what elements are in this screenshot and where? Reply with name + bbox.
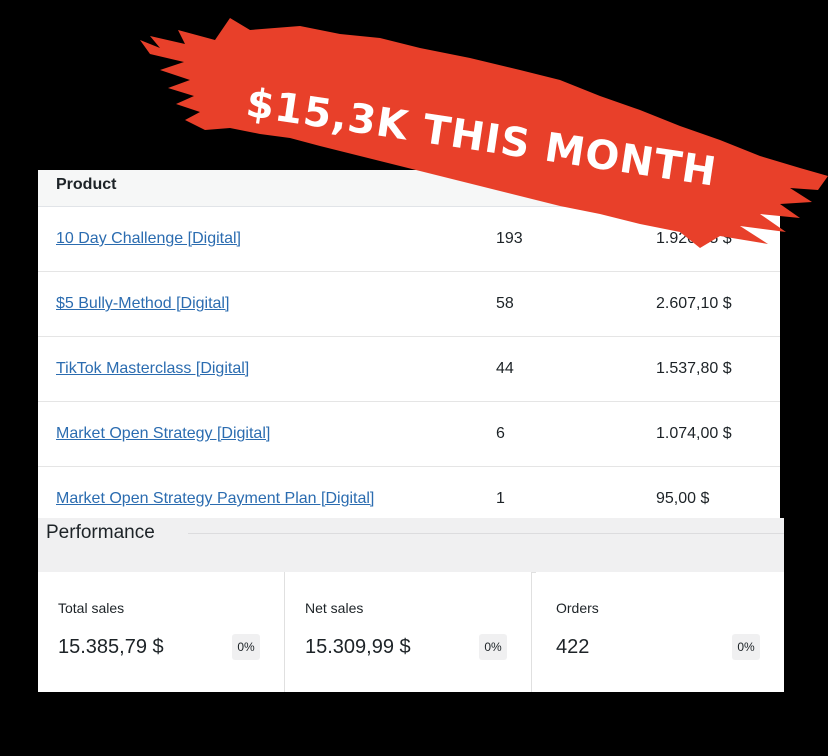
- product-link[interactable]: Market Open Strategy Payment Plan [Digit…: [56, 490, 374, 507]
- header-divider: [188, 533, 784, 534]
- product-link[interactable]: TikTok Masterclass [Digital]: [56, 360, 249, 377]
- table-row: Market Open Strategy Payment Plan [Digit…: [38, 467, 780, 518]
- net-sales-cell: 1.074,00 $: [656, 425, 732, 442]
- stat-label: Total sales: [58, 600, 125, 616]
- performance-title: Performance: [46, 522, 155, 543]
- performance-header: Performance: [38, 518, 784, 573]
- stat-card-total-sales[interactable]: Total sales 15.385,79 $ 0%: [38, 572, 285, 692]
- stat-value: 422: [556, 636, 590, 658]
- net-sales-cell: 95,00 $: [656, 490, 710, 507]
- delta-badge: 0%: [732, 634, 760, 660]
- net-sales-cell: 1.537,80 $: [656, 360, 732, 377]
- table-row: Market Open Strategy [Digital] 6 1.074,0…: [38, 402, 780, 467]
- product-link[interactable]: Market Open Strategy [Digital]: [56, 425, 270, 442]
- items-sold-cell: 6: [496, 425, 505, 442]
- net-sales-cell: 1.920,25 $: [656, 230, 732, 247]
- product-link[interactable]: $5 Bully-Method [Digital]: [56, 295, 229, 312]
- column-header-product[interactable]: Product: [56, 170, 116, 206]
- table-header: Product Items sold Net sales: [38, 170, 780, 207]
- top-products-table: Product Items sold Net sales 10 Day Chal…: [38, 170, 780, 518]
- table-row: $5 Bully-Method [Digital] 58 2.607,10 $: [38, 272, 780, 337]
- net-sales-cell: 2.607,10 $: [656, 295, 732, 312]
- delta-badge: 0%: [232, 634, 260, 660]
- stat-value: 15.385,79 $: [58, 636, 164, 658]
- delta-badge: 0%: [479, 634, 507, 660]
- table-row: 10 Day Challenge [Digital] 193 1.920,25 …: [38, 207, 780, 272]
- items-sold-cell: 1: [496, 490, 505, 507]
- items-sold-cell: 193: [496, 230, 523, 247]
- items-sold-cell: 58: [496, 295, 514, 312]
- column-header-net-sales[interactable]: Net sales: [656, 170, 726, 206]
- stat-label: Net sales: [305, 600, 364, 616]
- column-header-items-sold[interactable]: Items sold: [496, 170, 575, 206]
- performance-cards: Total sales 15.385,79 $ 0% Net sales 15.…: [38, 572, 784, 692]
- stat-label: Orders: [556, 600, 599, 616]
- performance-panel: Performance Total sales 15.385,79 $ 0% N…: [38, 518, 784, 692]
- stat-card-orders[interactable]: Orders 422 0%: [536, 572, 784, 692]
- items-sold-cell: 44: [496, 360, 514, 377]
- product-link[interactable]: 10 Day Challenge [Digital]: [56, 230, 241, 247]
- table-row: TikTok Masterclass [Digital] 44 1.537,80…: [38, 337, 780, 402]
- stat-value: 15.309,99 $: [305, 636, 411, 658]
- stat-card-net-sales[interactable]: Net sales 15.309,99 $ 0%: [285, 572, 532, 692]
